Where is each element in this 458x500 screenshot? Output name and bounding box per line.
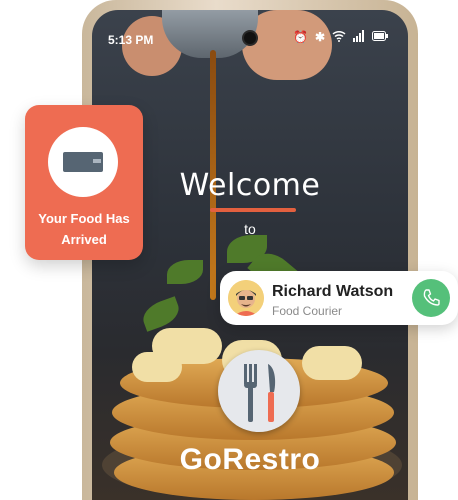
mint-leaf-image <box>139 296 183 332</box>
courier-name: Richard Watson <box>272 283 394 300</box>
battery-icon <box>372 30 388 45</box>
status-bar: 5:13 PM ⏰ ✱ <box>92 10 408 47</box>
food-box-icon <box>48 127 118 197</box>
fork-knife-logo-icon <box>218 350 300 432</box>
courier-card: Richard Watson Food Courier <box>220 271 458 325</box>
welcome-underline <box>210 208 296 212</box>
bluetooth-icon: ✱ <box>314 30 325 44</box>
food-box-shape <box>63 152 103 172</box>
phone-icon <box>423 289 440 306</box>
avatar <box>228 280 264 316</box>
food-arrived-card: Your Food Has Arrived <box>25 105 143 260</box>
wifi-icon <box>332 30 346 45</box>
status-time: 5:13 PM <box>108 33 154 47</box>
mint-leaf-image <box>167 260 203 284</box>
food-box-label <box>93 159 101 163</box>
courier-role: Food Courier <box>272 304 343 318</box>
brand-name: GoRestro <box>179 443 321 476</box>
call-button[interactable] <box>412 279 450 317</box>
status-icons: ⏰ ✱ <box>293 30 388 45</box>
alarm-icon: ⏰ <box>292 30 308 44</box>
banana-slice-image <box>302 346 362 380</box>
food-arrived-text: Your Food Has Arrived <box>38 211 130 247</box>
banana-slice-image <box>132 352 182 382</box>
camera-icon <box>244 32 256 44</box>
signal-icon <box>353 30 365 45</box>
